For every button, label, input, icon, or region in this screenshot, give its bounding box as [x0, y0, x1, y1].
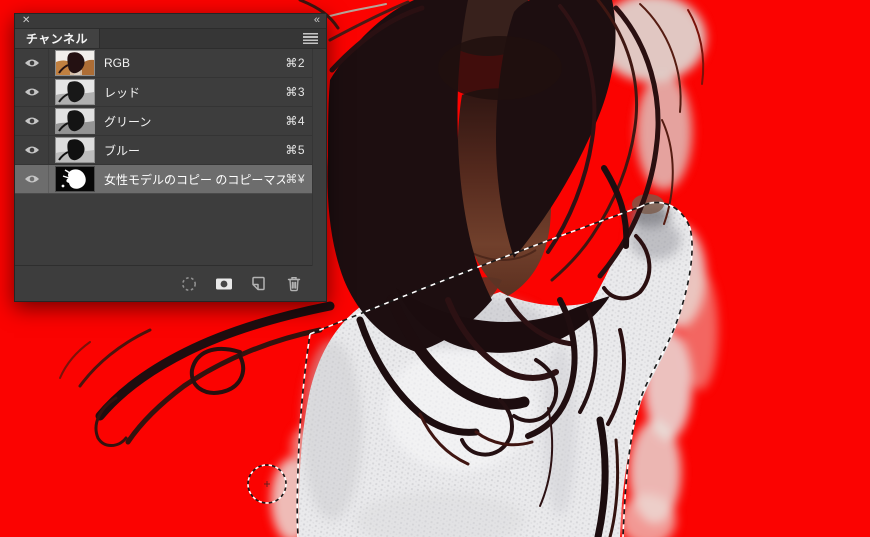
channel-label: グリーン	[104, 114, 152, 129]
channel-shortcut: ⌘3	[285, 85, 305, 99]
channel-thumbnail	[55, 79, 95, 105]
delete-channel-icon[interactable]	[284, 274, 304, 294]
new-channel-icon[interactable]	[249, 274, 269, 294]
visibility-toggle[interactable]	[15, 78, 49, 106]
channel-label: レッド	[104, 85, 141, 100]
visibility-toggle[interactable]	[15, 136, 49, 164]
close-icon[interactable]: ✕	[22, 16, 30, 26]
channel-row-green[interactable]: グリーン ⌘4	[15, 107, 313, 136]
channel-row-rgb[interactable]: RGB ⌘2	[15, 49, 313, 78]
save-selection-as-channel-icon[interactable]	[214, 274, 234, 294]
channel-row-mask[interactable]: 女性モデルのコピー のコピーマスク ⌘¥	[15, 165, 313, 194]
eye-icon	[24, 146, 39, 154]
channels-panel: ✕ « チャンネル RGB ⌘2 レッド ⌘3 グリーン ⌘4 ブルー ⌘5 女…	[14, 13, 327, 302]
visibility-toggle[interactable]	[15, 107, 49, 135]
eye-icon	[24, 88, 39, 96]
eye-icon	[24, 175, 39, 183]
eye-icon	[24, 59, 39, 67]
channel-list: RGB ⌘2 レッド ⌘3 グリーン ⌘4 ブルー ⌘5 女性モデルのコピー の…	[15, 49, 313, 194]
tabbar-rest	[100, 29, 326, 48]
channel-label: 女性モデルのコピー のコピーマスク	[104, 172, 286, 187]
channel-shortcut: ⌘2	[285, 56, 305, 70]
channel-thumbnail	[55, 166, 95, 192]
panel-tabbar: チャンネル	[15, 29, 326, 49]
panel-empty-area	[15, 194, 326, 265]
load-channel-as-selection-icon[interactable]	[179, 274, 199, 294]
visibility-toggle[interactable]	[15, 49, 49, 77]
panel-body: RGB ⌘2 レッド ⌘3 グリーン ⌘4 ブルー ⌘5 女性モデルのコピー の…	[15, 49, 326, 301]
visibility-toggle[interactable]	[15, 165, 49, 193]
channel-row-blue[interactable]: ブルー ⌘5	[15, 136, 313, 165]
channel-shortcut: ⌘5	[285, 143, 305, 157]
channel-shortcut: ⌘¥	[285, 172, 305, 186]
channel-row-red[interactable]: レッド ⌘3	[15, 78, 313, 107]
channel-label: ブルー	[104, 143, 141, 158]
eye-icon	[24, 117, 39, 125]
channel-thumbnail	[55, 108, 95, 134]
channel-thumbnail	[55, 50, 95, 76]
panel-menu-icon[interactable]	[303, 32, 318, 45]
tab-channels[interactable]: チャンネル	[15, 29, 100, 48]
channel-thumbnail	[55, 137, 95, 163]
panel-header[interactable]: ✕ «	[15, 14, 326, 29]
scrollbar-gutter[interactable]	[312, 49, 326, 266]
collapse-panel-icon[interactable]: «	[314, 15, 320, 26]
panel-toolbar	[15, 265, 326, 301]
channel-label: RGB	[104, 56, 131, 70]
channel-shortcut: ⌘4	[285, 114, 305, 128]
